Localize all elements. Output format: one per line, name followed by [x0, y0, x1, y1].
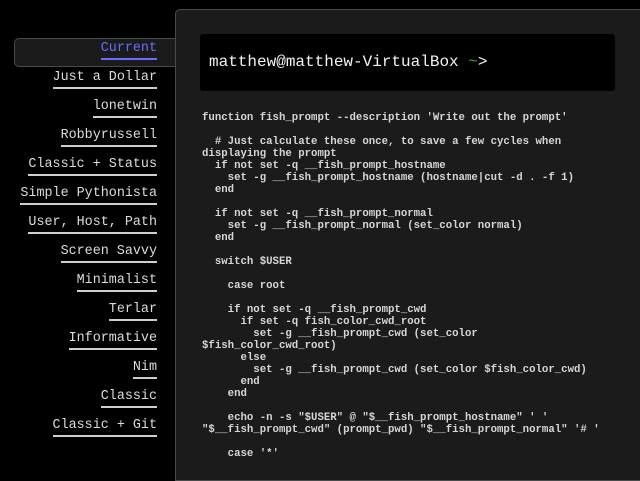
code-line: echo -n -s "$USER" @ "$__fish_prompt_hos… [202, 412, 549, 424]
code-line: case '*' [202, 448, 279, 460]
code-line: end [202, 376, 260, 388]
prompt-suffix: > [477, 53, 488, 71]
sidebar-tab-screen-savvy[interactable]: Screen Savvy [60, 244, 157, 263]
current-tab-highlight [14, 38, 185, 67]
prompt-function-source: function fish_prompt --description 'Writ… [202, 112, 600, 460]
code-line: if set -q fish_color_cwd_root [202, 316, 427, 328]
sidebar-tab-classic-git[interactable]: Classic + Git [52, 418, 157, 437]
sidebar-tab-just-a-dollar[interactable]: Just a Dollar [52, 70, 157, 89]
sidebar-tab-minimalist[interactable]: Minimalist [76, 273, 157, 292]
code-line: function fish_prompt --description 'Writ… [202, 112, 568, 124]
sidebar-tab-simple-pythonista[interactable]: Simple Pythonista [20, 186, 157, 205]
sidebar-tab-informative[interactable]: Informative [68, 331, 157, 350]
code-line: displaying the prompt [202, 148, 337, 160]
code-line: # Just calculate these once, to save a f… [202, 136, 562, 148]
code-line: if not set -q __fish_prompt_hostname [202, 160, 446, 172]
prompt-sidebar: Current Just a Dollar lonetwin Robbyrussell… [0, 0, 185, 462]
prompt-user-host: matthew@matthew-VirtualBox [209, 53, 469, 71]
sidebar-tab-user-host-path[interactable]: User, Host, Path [28, 215, 157, 234]
code-line: if not set -q __fish_prompt_normal [202, 208, 433, 220]
code-line: set -g __fish_prompt_cwd (set_color $fis… [202, 364, 587, 376]
code-line: switch $USER [202, 256, 292, 268]
sidebar-tab-nim[interactable]: Nim [132, 360, 157, 379]
sidebar-tab-classic[interactable]: Classic [100, 389, 157, 408]
code-line: end [202, 232, 235, 244]
code-line: end [202, 388, 247, 400]
code-line: set -g __fish_prompt_cwd (set_color [202, 328, 478, 340]
sidebar-tab-classic-status[interactable]: Classic + Status [28, 157, 157, 176]
prompt-preview: matthew@matthew-VirtualBox ~> [200, 34, 615, 91]
prompt-preview-text: matthew@matthew-VirtualBox ~> [209, 53, 487, 71]
code-line: $fish_color_cwd_root) [202, 340, 337, 352]
code-line: if not set -q __fish_prompt_cwd [202, 304, 427, 316]
sidebar-tab-lonetwin[interactable]: lonetwin [92, 99, 157, 118]
sidebar-tab-robbyrussell[interactable]: Robbyrussell [60, 128, 157, 147]
code-line: set -g __fish_prompt_normal (set_color n… [202, 220, 523, 232]
code-line: case root [202, 280, 286, 292]
code-line: else [202, 352, 267, 364]
code-line: set -g __fish_prompt_hostname (hostname|… [202, 172, 574, 184]
prompt-cwd: ~ [468, 53, 478, 71]
code-line: "$__fish_prompt_cwd" (prompt_pwd) "$__fi… [202, 424, 600, 436]
sidebar-tab-current[interactable]: Current [100, 41, 157, 60]
sidebar-tab-terlar[interactable]: Terlar [108, 302, 157, 321]
code-line: end [202, 184, 235, 196]
